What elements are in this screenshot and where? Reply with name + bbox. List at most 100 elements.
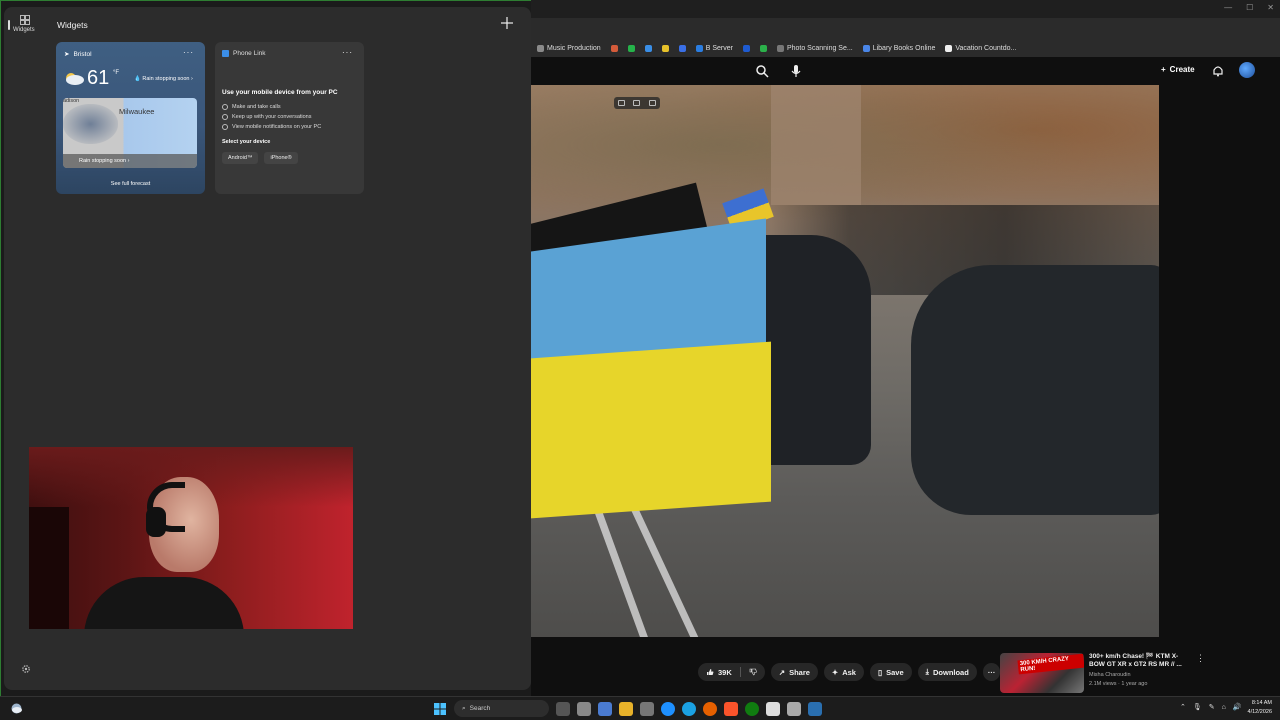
share-button[interactable]: ↗ Share	[770, 663, 818, 681]
share-icon: ↗	[778, 667, 786, 677]
like-button[interactable]: 39K	[698, 663, 765, 681]
bookmark-favicon-icon	[678, 45, 686, 52]
taskbar-app-icon[interactable]	[787, 701, 801, 716]
bookmark-item[interactable]: Photo Scanning Se...	[776, 45, 853, 52]
weather-location[interactable]: ➤ Bristol	[64, 50, 92, 59]
microphone-icon[interactable]: 🎙	[1193, 703, 1202, 711]
clock-date: 4/12/2026	[1247, 709, 1272, 715]
thumbs-down-icon[interactable]	[749, 668, 757, 676]
phone-link-widget[interactable]: Phone Link ··· Use your mobile device fr…	[215, 42, 364, 194]
weather-more-options-icon[interactable]: ···	[183, 48, 194, 57]
bookmark-item[interactable]	[627, 45, 635, 52]
brave-browser-icon[interactable]	[724, 701, 738, 716]
taskbar-app-icon[interactable]	[661, 701, 675, 716]
weather-condition[interactable]: 💧 Rain stopping soon ›	[134, 76, 193, 82]
weather-widget[interactable]: ➤ Bristol ··· 61 °F 💧 Rain stopping soon…	[56, 42, 205, 194]
sparkle-icon: ✦	[831, 667, 839, 677]
search-icon[interactable]	[755, 64, 769, 78]
bookmark-item[interactable]	[759, 45, 767, 52]
pen-icon[interactable]: ✎	[1209, 703, 1215, 711]
taskbar-apps: ⌕ Search	[433, 700, 822, 717]
settings-app-icon[interactable]	[577, 701, 591, 716]
pip-icon[interactable]	[618, 100, 626, 106]
recommended-video-thumbnail[interactable]: 300 KM/H CRAZY RUN!	[1000, 653, 1084, 693]
weather-radar-map[interactable]: adison Milwaukee Rain stopping soon ›	[63, 98, 197, 168]
edge-browser-icon[interactable]	[682, 701, 696, 716]
video-frame-building	[771, 85, 861, 205]
nav-selected-indicator	[8, 20, 10, 30]
more-dots-icon: ···	[987, 667, 996, 677]
phone-link-features: Make and take calls Keep up with your co…	[222, 102, 321, 132]
taskbar-search-box[interactable]: ⌕ Search	[454, 700, 549, 717]
recommended-video-channel[interactable]: Misha Charoudin	[1089, 672, 1184, 679]
bookmark-item[interactable]: B Server	[695, 45, 733, 52]
close-icon[interactable]: ✕	[1267, 3, 1274, 12]
bookmark-favicon-icon	[644, 45, 652, 52]
windows-start-icon[interactable]	[433, 702, 447, 716]
file-explorer-icon[interactable]	[619, 701, 633, 716]
weather-temperature: 61	[87, 67, 110, 89]
device-buttons: Android™ iPhone®	[222, 152, 298, 164]
see-full-forecast-link[interactable]: See full forecast	[56, 181, 205, 187]
window-controls: — ☐ ✕	[1224, 3, 1274, 12]
minimize-icon[interactable]: —	[1224, 3, 1232, 12]
microphone-icon[interactable]	[789, 63, 803, 79]
notifications-bell-icon[interactable]	[1212, 64, 1224, 77]
settings-gear-icon[interactable]	[21, 664, 31, 674]
recommended-video-title[interactable]: 300+ km/h Chase! 🏁 KTM X-BOW GT XR x GT2…	[1089, 653, 1184, 670]
weather-unit: °F	[113, 70, 120, 76]
browser-window: — ☐ ✕ Music Production B Server Photo Scan…	[531, 0, 1280, 696]
add-widget-icon[interactable]	[500, 16, 514, 30]
widgets-icon[interactable]	[20, 15, 30, 25]
bookmark-favicon-icon	[862, 45, 870, 52]
map-city-label: Milwaukee	[119, 107, 155, 116]
bookmark-item[interactable]	[644, 45, 652, 52]
more-actions-button[interactable]: ···	[982, 663, 1001, 681]
calculator-icon[interactable]	[640, 701, 654, 716]
video-player[interactable]	[531, 85, 1159, 637]
task-view-icon[interactable]	[556, 701, 570, 716]
taskbar-app-icon[interactable]	[808, 701, 822, 716]
phone-link-more-options-icon[interactable]: ···	[342, 48, 353, 57]
bookmarks-bar: Music Production B Server Photo Scanning S…	[531, 40, 1280, 57]
bookmark-item[interactable]	[610, 45, 618, 52]
headphone-cup	[146, 507, 166, 537]
maximize-icon[interactable]: ☐	[1246, 3, 1253, 12]
browser-toolbar	[531, 18, 1280, 51]
taskbar-app-icon[interactable]	[766, 701, 780, 716]
android-button[interactable]: Android™	[222, 152, 259, 164]
select-device-label: Select your device	[222, 139, 271, 145]
bookmark-label: B Server	[705, 45, 733, 52]
network-icon[interactable]: ⌂	[1222, 704, 1226, 711]
iphone-button[interactable]: iPhone®	[264, 152, 298, 164]
recommended-video[interactable]: 300 KM/H CRAZY RUN! 300+ km/h Chase! 🏁 K…	[1000, 653, 1200, 695]
bookmark-item[interactable]: Vacation Countdo...	[945, 45, 1016, 52]
recommendation-menu-icon[interactable]: ⋮	[1196, 653, 1205, 664]
bookmark-item[interactable]	[661, 45, 669, 52]
ask-button[interactable]: ✦ Ask	[823, 663, 864, 681]
phone-call-icon	[222, 104, 228, 110]
taskbar-app-icon[interactable]	[598, 701, 612, 716]
feature-item: Make and take calls	[222, 102, 321, 112]
taskbar-weather-icon[interactable]	[10, 702, 23, 715]
recommended-video-meta: 2.1M views · 1 year ago	[1089, 681, 1148, 688]
chevron-up-icon[interactable]: ⌃	[1180, 703, 1186, 711]
firefox-icon[interactable]	[703, 701, 717, 716]
taskbar-clock[interactable]: 8:14 AM 4/12/2026	[1238, 699, 1272, 717]
location-arrow-icon: ➤	[64, 51, 70, 58]
miniplayer-icon[interactable]	[633, 100, 641, 106]
cast-icon[interactable]	[648, 100, 656, 106]
bookmark-item[interactable]: Libary Books Online	[862, 45, 935, 52]
raindrop-icon: 💧	[134, 76, 141, 82]
xbox-icon[interactable]	[745, 701, 759, 716]
create-button[interactable]: + Create	[1161, 65, 1195, 74]
download-button[interactable]: ⤓ Download	[917, 663, 977, 681]
bookmark-item[interactable]: Music Production	[537, 45, 601, 52]
bookmark-favicon-icon	[776, 45, 784, 52]
nav-widgets-label[interactable]: Widgets	[13, 27, 35, 33]
account-avatar[interactable]	[1239, 62, 1255, 78]
bookmark-item[interactable]	[742, 45, 750, 52]
save-button[interactable]: ▯ Save	[869, 663, 912, 681]
bookmark-favicon-icon	[537, 45, 544, 52]
bookmark-item[interactable]	[678, 45, 686, 52]
